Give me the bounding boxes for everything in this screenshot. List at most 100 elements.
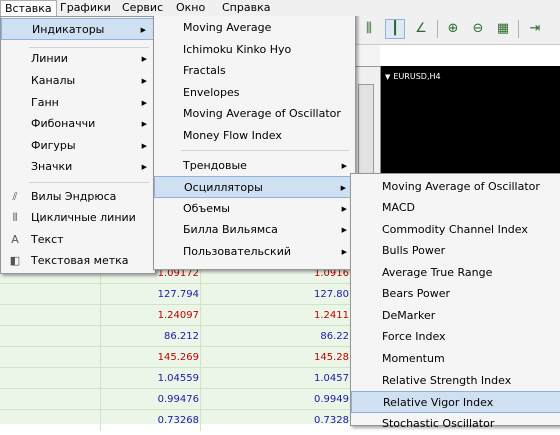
menu-item-volumes[interactable]: Объемы ▶: [154, 198, 355, 220]
table-cell: 1.24097: [100, 305, 199, 326]
table-row[interactable]: 127.794 127.80: [0, 283, 380, 305]
menu-item-fibonacci[interactable]: Фибоначчи ▶: [1, 113, 155, 135]
table-cell: 0.99476: [100, 389, 199, 410]
submenu-arrow-icon: ▶: [141, 99, 147, 107]
menu-item-indicators[interactable]: Индикаторы ▶: [1, 18, 155, 40]
table-row[interactable]: 145.269 145.28: [0, 346, 380, 368]
menu-item-channels[interactable]: Каналы ▶: [1, 70, 155, 92]
menu-item-oscillator[interactable]: Momentum: [351, 348, 560, 370]
menu-item-oscillator[interactable]: Bears Power: [351, 283, 560, 305]
table-cell: 145.269: [100, 347, 199, 368]
chart-shift-icon[interactable]: ⇥: [525, 19, 545, 39]
menu-item-gann[interactable]: Ганн ▶: [1, 92, 155, 114]
cycle-lines-icon: ⦀: [12, 211, 18, 224]
submenu-arrow-icon: ▶: [141, 77, 147, 85]
submenu-arrow-icon: ▶: [341, 162, 347, 170]
scrollbar-thumb[interactable]: [358, 84, 374, 176]
table-cell: 127.80: [200, 284, 349, 305]
menu-item-text[interactable]: A Текст: [1, 229, 155, 251]
menu-item-money-flow-index[interactable]: Money Flow Index: [154, 125, 355, 147]
menu-item-cycle-lines[interactable]: ⦀ Цикличные линии: [1, 207, 155, 229]
menu-item-label: Цикличные линии: [31, 211, 136, 224]
menu-item-label: Commodity Channel Index: [382, 223, 528, 236]
table-row[interactable]: 0.73268 0.7328: [0, 409, 380, 431]
bar-chart-icon[interactable]: ⫼: [359, 19, 379, 39]
menu-item-trend[interactable]: Трендовые ▶: [154, 155, 355, 177]
table-cell: 0.7328: [200, 410, 349, 431]
toolbar-separator: [437, 20, 438, 38]
menu-item-relative-vigor-index[interactable]: Relative Vigor Index: [351, 391, 560, 413]
submenu-arrow-icon: ▶: [341, 226, 347, 234]
menu-item-label: Значки: [31, 160, 73, 173]
table-cell: 86.212: [100, 326, 199, 347]
menu-item-label: Momentum: [382, 352, 445, 365]
submenu-arrow-icon: ▶: [340, 184, 346, 192]
chart-symbol: EURUSD,H4: [393, 72, 441, 81]
menu-item-andrews-pitchfork[interactable]: ⫽ Вилы Эндрюса: [1, 186, 155, 208]
menu-item-label: Трендовые: [183, 159, 247, 172]
indicators-submenu: Moving Average Ichimoku Kinko Hyo Fracta…: [153, 12, 356, 270]
table-row[interactable]: 0.99476 0.9949: [0, 388, 380, 410]
menu-item-label: Вилы Эндрюса: [31, 190, 117, 203]
menu-item-fractals[interactable]: Fractals: [154, 60, 355, 82]
menu-help[interactable]: Справка: [218, 0, 274, 16]
menu-item-label: Money Flow Index: [183, 129, 282, 142]
menu-item-arrows[interactable]: Значки ▶: [1, 156, 155, 178]
menu-item-oscillators[interactable]: Осцилляторы ▶: [154, 176, 355, 198]
menu-item-shapes[interactable]: Фигуры ▶: [1, 135, 155, 157]
zoom-out-icon[interactable]: ⊖: [468, 19, 488, 39]
menu-tools[interactable]: Сервис: [118, 0, 167, 16]
candlestick-icon[interactable]: ┃: [385, 19, 405, 39]
menu-item-oscillator[interactable]: Average True Range: [351, 262, 560, 284]
text-icon: A: [11, 233, 19, 246]
menu-item-label: Relative Strength Index: [382, 374, 512, 387]
menu-charts[interactable]: Графики: [56, 0, 115, 16]
menu-item-oscillator[interactable]: MACD: [351, 197, 560, 219]
menu-insert[interactable]: Вставка: [0, 0, 57, 16]
menu-separator: [29, 182, 149, 183]
menu-item-text-label[interactable]: ◧ Текстовая метка: [1, 250, 155, 272]
submenu-arrow-icon: ▶: [141, 55, 147, 63]
menu-item-label: Moving Average: [183, 21, 272, 34]
menu-item-ichimoku[interactable]: Ichimoku Kinko Hyo: [154, 39, 355, 61]
table-cell: 0.9949: [200, 389, 349, 410]
menu-item-lines[interactable]: Линии ▶: [1, 48, 155, 70]
menu-item-label: Moving Average of Oscillator: [183, 107, 341, 120]
zoom-in-icon[interactable]: ⊕: [443, 19, 463, 39]
menu-item-oscillator[interactable]: Force Index: [351, 326, 560, 348]
menu-item-moving-average-of-oscillator[interactable]: Moving Average of Oscillator: [154, 103, 355, 125]
menu-bar: Вставка Графики Сервис Окно Справка: [0, 0, 560, 16]
grid-icon[interactable]: ▦: [493, 19, 513, 39]
menu-item-label: Фибоначчи: [31, 117, 96, 130]
line-chart-icon[interactable]: ∠: [411, 19, 431, 39]
table-cell: 86.22: [200, 326, 349, 347]
menu-item-moving-average[interactable]: Moving Average: [154, 17, 355, 39]
menu-item-envelopes[interactable]: Envelopes: [154, 82, 355, 104]
menu-item-oscillator[interactable]: Bulls Power: [351, 240, 560, 262]
table-row[interactable]: 1.04559 1.0457: [0, 367, 380, 389]
menu-item-custom[interactable]: Пользовательский ▶: [154, 241, 355, 263]
menu-item-label: Пользовательский: [183, 245, 291, 258]
menu-item-oscillator[interactable]: DeMarker: [351, 305, 560, 327]
menu-item-label: Индикаторы: [32, 23, 105, 36]
menu-window[interactable]: Окно: [172, 0, 209, 16]
menu-item-oscillator[interactable]: Commodity Channel Index: [351, 219, 560, 241]
menu-item-label: Bears Power: [382, 287, 451, 300]
pitchfork-icon: ⫽: [12, 190, 18, 203]
table-cell: 1.2411: [200, 305, 349, 326]
menu-item-label: Fractals: [183, 64, 226, 77]
menu-item-label: DeMarker: [382, 309, 436, 322]
menu-item-label: Каналы: [31, 74, 76, 87]
menu-item-label: Relative Vigor Index: [383, 396, 494, 409]
table-row[interactable]: 86.212 86.22: [0, 325, 380, 347]
menu-item-oscillator[interactable]: Moving Average of Oscillator: [351, 176, 560, 198]
menu-item-label: Force Index: [382, 330, 446, 343]
menu-item-oscillator[interactable]: Relative Strength Index: [351, 370, 560, 392]
menu-item-label: Текстовая метка: [31, 254, 129, 267]
menu-item-oscillator[interactable]: Stochastic Oscillator: [351, 413, 560, 435]
menu-item-label: Ichimoku Kinko Hyo: [183, 43, 292, 56]
menu-item-label: Average True Range: [382, 266, 493, 279]
table-row[interactable]: 1.24097 1.2411: [0, 304, 380, 326]
menu-item-bill-williams[interactable]: Билла Вильямса ▶: [154, 219, 355, 241]
menu-item-label: Envelopes: [183, 86, 240, 99]
